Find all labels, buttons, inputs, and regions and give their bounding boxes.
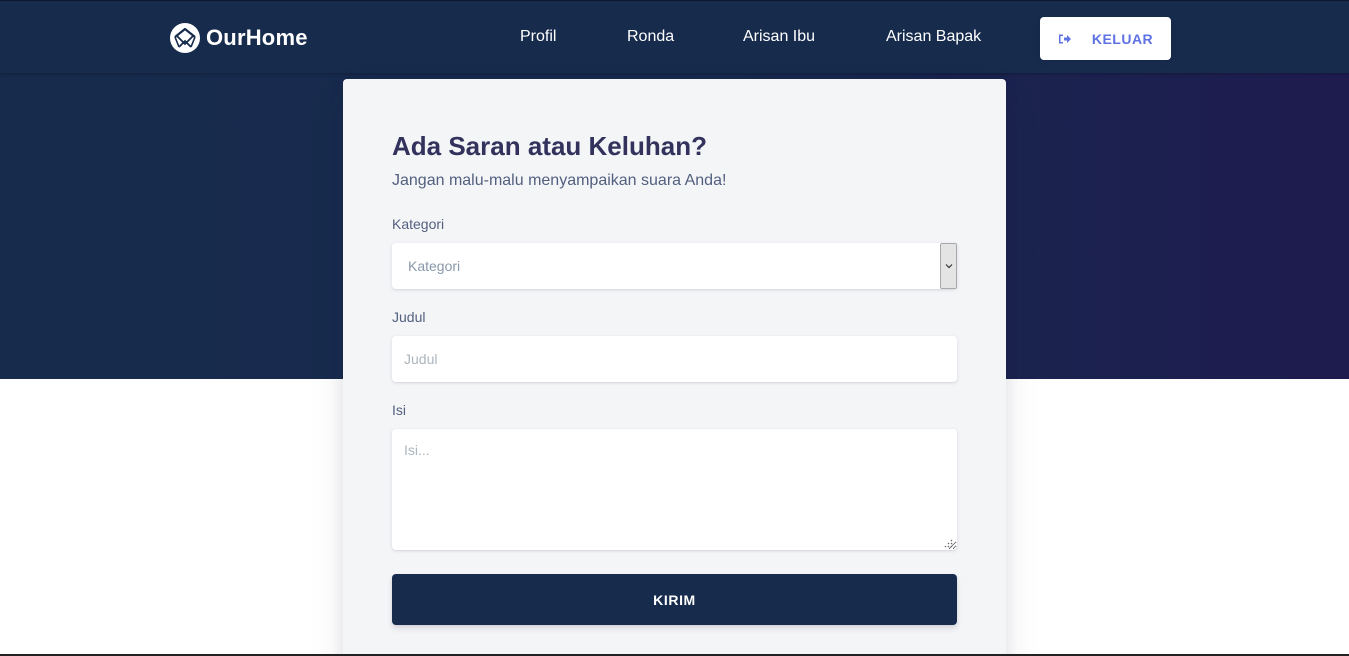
judul-input[interactable] [392, 336, 957, 382]
brand-name: OurHome [206, 25, 308, 50]
logout-button-label: KELUAR [1091, 30, 1154, 47]
form-subtitle: Jangan malu-malu menyampaikan suara Anda… [392, 172, 727, 189]
submit-button[interactable]: KIRIM [392, 574, 957, 625]
brand[interactable]: OurHome [170, 22, 308, 54]
select-arrow-button[interactable] [940, 243, 957, 289]
isi-label: Isi [392, 402, 406, 418]
resize-grip-icon[interactable] [944, 539, 953, 548]
kategori-select[interactable]: Kategori [392, 243, 957, 289]
kategori-label: Kategori [392, 216, 445, 232]
top-navbar: OurHome Profil Ronda Arisan Ibu Arisan B… [0, 0, 1349, 73]
kategori-selected-value: Kategori [408, 258, 461, 274]
form-title: Ada Saran atau Keluhan? [392, 131, 707, 161]
chevron-down-icon [945, 264, 952, 269]
nav-link-arisan-ibu[interactable]: Arisan Ibu [743, 28, 815, 46]
nav-link-arisan-bapak[interactable]: Arisan Bapak [886, 28, 981, 46]
sign-out-icon [1058, 34, 1071, 43]
nav-link-profil[interactable]: Profil [520, 28, 556, 46]
logout-button[interactable]: KELUAR [1040, 17, 1171, 60]
judul-label: Judul [392, 309, 426, 325]
nav-link-ronda[interactable]: Ronda [627, 28, 674, 46]
feedback-card: Ada Saran atau Keluhan? Jangan malu-malu… [343, 79, 1006, 656]
house-globe-logo-icon [170, 23, 200, 53]
isi-textarea[interactable] [392, 429, 957, 550]
